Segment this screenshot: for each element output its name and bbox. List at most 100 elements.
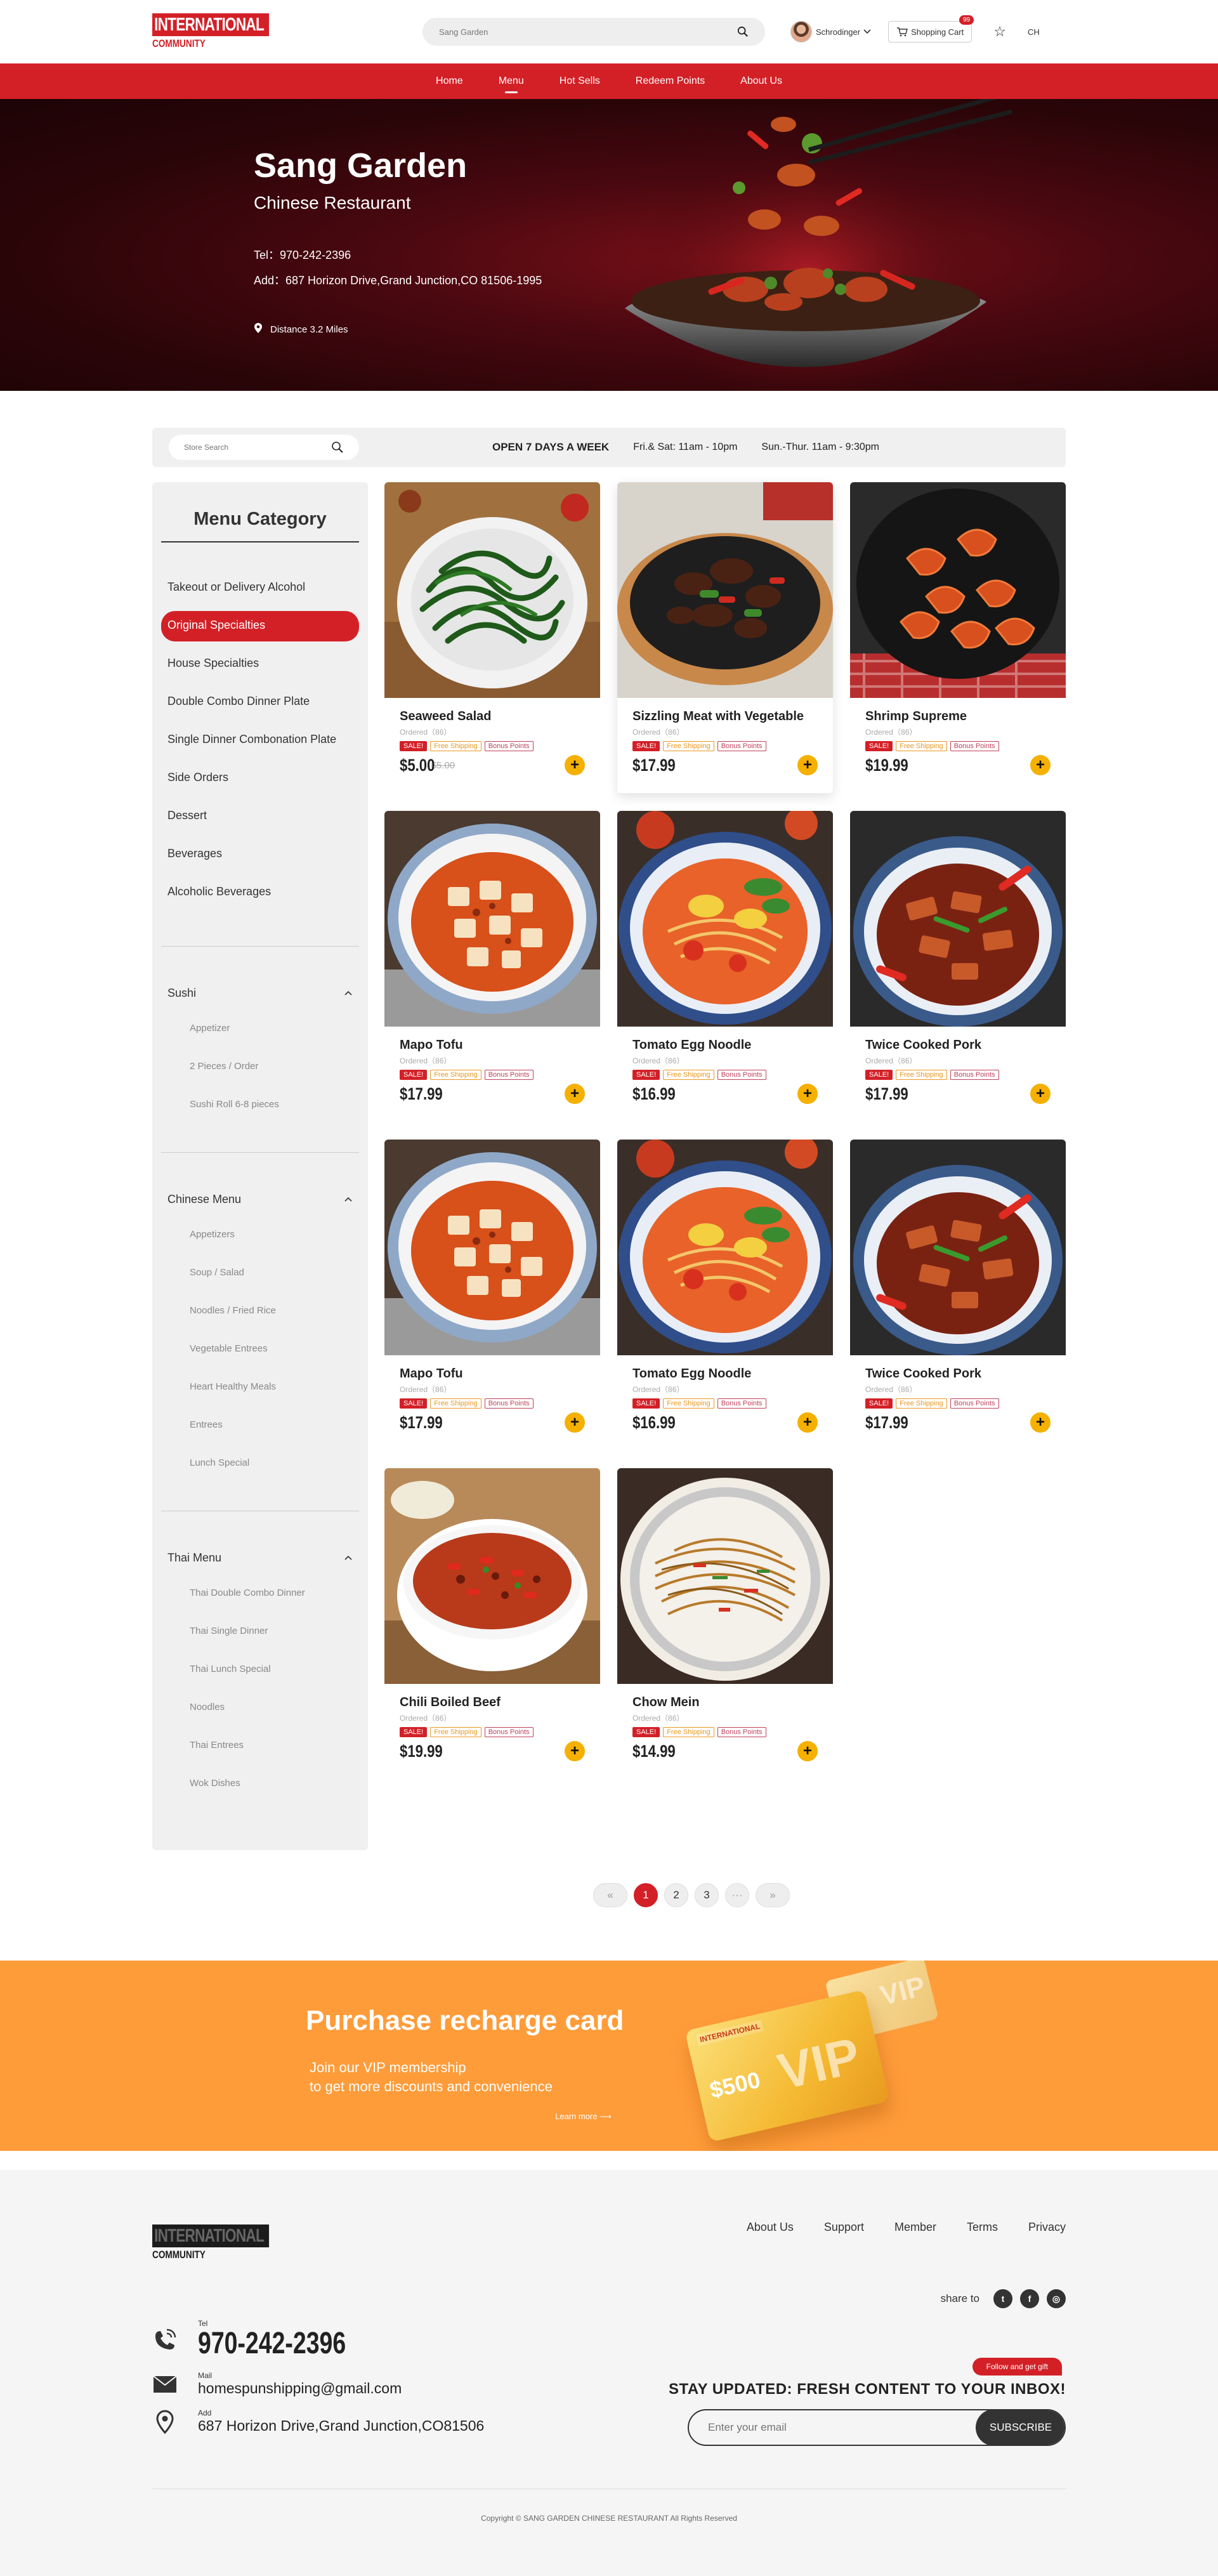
product-name[interactable]: Sizzling Meat with Vegetable	[632, 709, 833, 724]
search-icon[interactable]	[737, 26, 749, 37]
add-to-cart-plus-icon[interactable]: +	[797, 1741, 818, 1761]
subcategory-item[interactable]: Appetizers	[161, 1225, 359, 1244]
group-header-sushi[interactable]: Sushi	[161, 983, 359, 1002]
product-name[interactable]: Twice Cooked Pork	[865, 1367, 1066, 1381]
add-to-cart-plus-icon[interactable]: +	[565, 1084, 585, 1104]
category-item[interactable]: House Specialties	[161, 649, 359, 680]
product-card[interactable]: Tomato Egg Noodle Ordered（86） SALE! Free…	[617, 1140, 833, 1450]
product-card[interactable]: Shrimp Supreme Ordered（86） SALE! Free Sh…	[850, 482, 1066, 793]
product-card[interactable]: Mapo Tofu Ordered（86） SALE! Free Shippin…	[384, 811, 600, 1122]
next-page-button[interactable]: »	[756, 1883, 790, 1907]
product-image[interactable]	[384, 1468, 600, 1684]
page-button[interactable]: 3	[695, 1883, 719, 1907]
product-card[interactable]: Seaweed Salad Ordered（86） SALE! Free Shi…	[384, 482, 600, 793]
subcategory-item[interactable]: 2 Pieces / Order	[161, 1057, 359, 1076]
product-image[interactable]	[617, 1140, 833, 1355]
nav-redeem-points[interactable]: Redeem Points	[636, 76, 705, 87]
footer-link-about[interactable]: About Us	[747, 2221, 794, 2234]
page-button[interactable]: 2	[664, 1883, 688, 1907]
category-item[interactable]: Side Orders	[161, 763, 359, 794]
footer-logo[interactable]: INTERNATIONAL COMMUNITY	[152, 2221, 270, 2265]
product-name[interactable]: Mapo Tofu	[400, 1038, 600, 1053]
product-image[interactable]	[850, 482, 1066, 698]
product-card[interactable]: Twice Cooked Pork Ordered（86） SALE! Free…	[850, 1140, 1066, 1450]
product-card[interactable]: Tomato Egg Noodle Ordered（86） SALE! Free…	[617, 811, 833, 1122]
product-card[interactable]: Sizzling Meat with Vegetable Ordered（86）…	[617, 482, 833, 793]
footer-link-member[interactable]: Member	[894, 2221, 936, 2234]
category-item[interactable]: Alcoholic Beverages	[161, 877, 359, 908]
category-item[interactable]: Dessert	[161, 801, 359, 832]
category-item[interactable]: Double Combo Dinner Plate	[161, 687, 359, 718]
product-name[interactable]: Shrimp Supreme	[865, 709, 1066, 724]
product-name[interactable]: Seaweed Salad	[400, 709, 600, 724]
page-button-current[interactable]: 1	[634, 1883, 658, 1907]
footer-link-privacy[interactable]: Privacy	[1028, 2221, 1066, 2234]
product-name[interactable]: Mapo Tofu	[400, 1367, 600, 1381]
subcategory-item[interactable]: Wok Dishes	[161, 1774, 359, 1793]
add-to-cart-plus-icon[interactable]: +	[1030, 755, 1051, 775]
category-item-active[interactable]: Original Specialties	[161, 611, 359, 641]
product-name[interactable]: Chili Boiled Beef	[400, 1695, 600, 1710]
product-name[interactable]: Chow Mein	[632, 1695, 833, 1710]
subcategory-item[interactable]: Vegetable Entrees	[161, 1339, 359, 1358]
product-card[interactable]: Twice Cooked Pork Ordered（86） SALE! Free…	[850, 811, 1066, 1122]
header-search-input[interactable]	[439, 27, 693, 37]
product-image[interactable]	[850, 811, 1066, 1027]
language-switch[interactable]: CH	[1028, 27, 1040, 37]
shopping-cart-button[interactable]: Shopping Cart 99	[888, 15, 974, 43]
facebook-icon[interactable]: f	[1020, 2289, 1039, 2308]
subcategory-item[interactable]: Thai Entrees	[161, 1736, 359, 1755]
subcategory-item[interactable]: Entrees	[161, 1416, 359, 1435]
product-card[interactable]: Chow Mein Ordered（86） SALE! Free Shippin…	[617, 1468, 833, 1779]
site-logo[interactable]: INTERNATIONAL COMMUNITY	[152, 10, 270, 54]
subcategory-item[interactable]: Lunch Special	[161, 1454, 359, 1473]
add-to-cart-plus-icon[interactable]: +	[797, 1084, 818, 1104]
nav-hot-sells[interactable]: Hot Sells	[560, 76, 600, 87]
footer-link-terms[interactable]: Terms	[967, 2221, 998, 2234]
learn-more-link[interactable]: Learn more ⟶	[555, 2112, 612, 2122]
search-icon[interactable]	[331, 441, 344, 454]
subcategory-item[interactable]: Thai Double Combo Dinner	[161, 1584, 359, 1603]
footer-phone[interactable]: 970-242-2396	[198, 2328, 346, 2360]
nav-menu[interactable]: Menu	[499, 76, 524, 93]
group-header-chinese-menu[interactable]: Chinese Menu	[161, 1190, 359, 1209]
add-to-cart-plus-icon[interactable]: +	[565, 755, 585, 775]
product-image[interactable]	[617, 482, 833, 698]
product-image[interactable]	[617, 811, 833, 1027]
subcategory-item[interactable]: Noodles / Fried Rice	[161, 1301, 359, 1320]
nav-home[interactable]: Home	[436, 76, 463, 87]
page-ellipsis[interactable]: ···	[725, 1883, 749, 1907]
subcategory-item[interactable]: Heart Healthy Meals	[161, 1377, 359, 1396]
add-to-cart-plus-icon[interactable]: +	[1030, 1412, 1051, 1433]
subcategory-item[interactable]: Sushi Roll 6-8 pieces	[161, 1095, 359, 1114]
footer-email[interactable]: homespunshipping@gmail.com	[198, 2380, 402, 2397]
add-to-cart-plus-icon[interactable]: +	[797, 1412, 818, 1433]
header-search[interactable]	[422, 18, 765, 46]
product-card[interactable]: Chili Boiled Beef Ordered（86） SALE! Free…	[384, 1468, 600, 1779]
email-input[interactable]	[689, 2421, 976, 2434]
subcategory-item[interactable]: Appetizer	[161, 1019, 359, 1038]
instagram-icon[interactable]: ◎	[1047, 2289, 1066, 2308]
twitter-icon[interactable]: t	[993, 2289, 1012, 2308]
subcategory-item[interactable]: Thai Lunch Special	[161, 1660, 359, 1679]
add-to-cart-plus-icon[interactable]: +	[797, 755, 818, 775]
footer-link-support[interactable]: Support	[824, 2221, 864, 2234]
add-to-cart-plus-icon[interactable]: +	[565, 1412, 585, 1433]
subcategory-item[interactable]: Soup / Salad	[161, 1263, 359, 1282]
product-name[interactable]: Twice Cooked Pork	[865, 1038, 1066, 1053]
category-item[interactable]: Takeout or Delivery Alcohol	[161, 573, 359, 603]
store-search[interactable]	[169, 435, 359, 460]
category-item[interactable]: Beverages	[161, 839, 359, 870]
product-name[interactable]: Tomato Egg Noodle	[632, 1038, 833, 1053]
product-image[interactable]	[384, 811, 600, 1027]
subscribe-button[interactable]: SUBSCRIBE	[976, 2410, 1064, 2445]
product-image[interactable]	[384, 482, 600, 698]
nav-about-us[interactable]: About Us	[740, 76, 782, 87]
subcategory-item[interactable]: Thai Single Dinner	[161, 1622, 359, 1641]
prev-page-button[interactable]: «	[593, 1883, 627, 1907]
product-image[interactable]	[384, 1140, 600, 1355]
store-search-input[interactable]	[184, 443, 311, 452]
product-name[interactable]: Tomato Egg Noodle	[632, 1367, 833, 1381]
category-item[interactable]: Single Dinner Combonation Plate	[161, 725, 359, 756]
subcategory-item[interactable]: Noodles	[161, 1698, 359, 1717]
